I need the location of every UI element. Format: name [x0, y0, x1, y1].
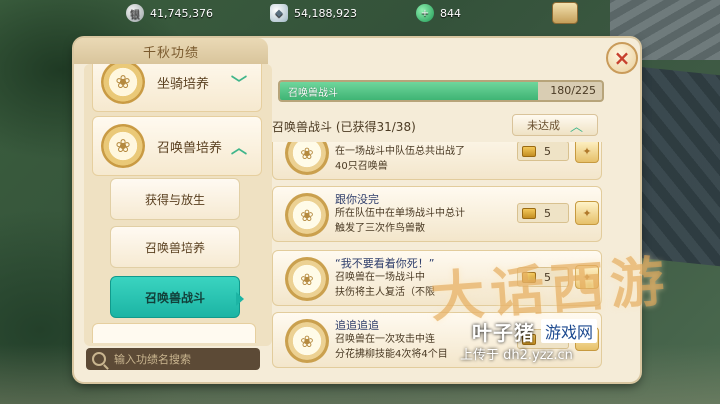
- reward-box: 5: [517, 203, 569, 223]
- achievement-item[interactable]: ❀ 跟你没完 所在队伍中在单场战斗中总计 触发了三次作鸟兽散 5 ✦: [272, 186, 602, 242]
- next-category-card[interactable]: [92, 323, 256, 343]
- mount-emblem-icon: ❀: [101, 64, 145, 104]
- silver-value: 41,745,376: [150, 6, 213, 20]
- search-input[interactable]: [114, 352, 254, 366]
- status-label: 未达成: [526, 119, 560, 132]
- category-label: 召唤兽培养: [157, 140, 223, 156]
- achievement-item[interactable]: ❀ 在一场战斗中队伍总共出战了 40只召唤兽 5 ✦: [272, 142, 602, 180]
- title-badge-icon[interactable]: ✦: [575, 142, 599, 163]
- panel-title: 千秋功绩: [142, 45, 199, 61]
- progress-count: 180/225: [550, 84, 596, 97]
- chevron-up-icon[interactable]: ︿: [227, 138, 251, 157]
- chest-icon: [522, 145, 536, 157]
- category-pet-training[interactable]: ❀ 召唤兽培养 ︿: [92, 116, 262, 176]
- search-box[interactable]: [86, 348, 260, 370]
- close-icon: ×: [613, 46, 631, 70]
- site-box: 游戏网: [541, 319, 598, 343]
- panel-title-bar: 千秋功绩: [74, 38, 268, 64]
- subcategory-label: 召唤兽战斗: [144, 290, 205, 305]
- chevron-up-icon: ︿: [569, 119, 583, 135]
- menu-scroll-icon[interactable]: [552, 2, 578, 24]
- subcategory-label: 召唤兽培养: [144, 240, 205, 255]
- achievement-name: 追追追追: [335, 319, 379, 332]
- achievement-desc-line: 40只召唤兽: [335, 161, 388, 172]
- category-label: 坐骑培养: [157, 76, 210, 92]
- upload-watermark: 上传于 dh2.yzz.cn: [460, 348, 573, 363]
- subcategory-label: 获得与放生: [144, 192, 205, 207]
- achievement-name: 跟你没完: [335, 193, 379, 206]
- progress-bar: 召唤兽战斗 180/225: [278, 80, 604, 102]
- coin-value: 54,188,923: [294, 6, 357, 20]
- pet-emblem-icon: ❀: [285, 257, 329, 301]
- search-icon: [92, 352, 106, 366]
- achievement-desc-line: 所在队伍中在单场战斗中总计: [335, 208, 465, 219]
- achievement-desc-line: 触发了三次作鸟兽散: [335, 223, 425, 234]
- reward-value: 5: [544, 206, 551, 220]
- subcategory-obtain-release[interactable]: 获得与放生: [110, 178, 240, 220]
- chest-icon: [522, 207, 536, 219]
- close-button[interactable]: ×: [606, 42, 638, 74]
- coin-stack-icon: ◆: [270, 4, 288, 22]
- jade-gem-icon: +: [416, 4, 434, 22]
- pet-emblem-icon: ❀: [285, 319, 329, 363]
- pet-emblem-icon: ❀: [285, 193, 329, 237]
- category-mount-training[interactable]: ❀ 坐骑培养 ﹀: [92, 64, 262, 112]
- achievement-desc: 在一场战斗中队伍总共出战了 40只召唤兽: [335, 144, 515, 174]
- section-header: 召唤兽战斗 (已获得31/38) 未达成 ︿: [272, 114, 608, 138]
- site-watermark: 叶子猪 游戏网: [472, 318, 598, 345]
- pet-emblem-icon: ❀: [285, 142, 329, 175]
- reward-box: 5: [517, 142, 569, 161]
- silver-counter[interactable]: 银 41,745,376: [126, 3, 213, 23]
- coin-counter[interactable]: ◆ 54,188,923: [270, 3, 357, 23]
- resource-bar: 银 41,745,376 ◆ 54,188,923 + 844: [0, 0, 720, 26]
- section-title: 召唤兽战斗 (已获得31/38): [272, 119, 416, 134]
- progress-label: 召唤兽战斗: [288, 88, 338, 99]
- title-badge-icon[interactable]: ✦: [575, 201, 599, 225]
- achievement-desc: 所在队伍中在单场战斗中总计 触发了三次作鸟兽散: [335, 206, 515, 236]
- achievement-name: “我不要看着你死！”: [335, 257, 435, 270]
- subcategory-pet-battle[interactable]: 召唤兽战斗: [110, 276, 240, 318]
- selected-arrow-icon: [236, 292, 244, 306]
- silver-coin-icon: 银: [126, 4, 144, 22]
- status-filter-button[interactable]: 未达成 ︿: [512, 114, 598, 136]
- subcategory-pet-training[interactable]: 召唤兽培养: [110, 226, 240, 268]
- jade-value: 844: [440, 6, 461, 20]
- pet-emblem-icon: ❀: [101, 124, 145, 168]
- chevron-down-icon[interactable]: ﹀: [227, 74, 251, 93]
- reward-value: 5: [544, 144, 551, 158]
- site-name: 叶子猪: [472, 320, 535, 345]
- jade-counter[interactable]: + 844: [416, 3, 461, 23]
- achievement-desc-line: 在一场战斗中队伍总共出战了: [335, 146, 465, 157]
